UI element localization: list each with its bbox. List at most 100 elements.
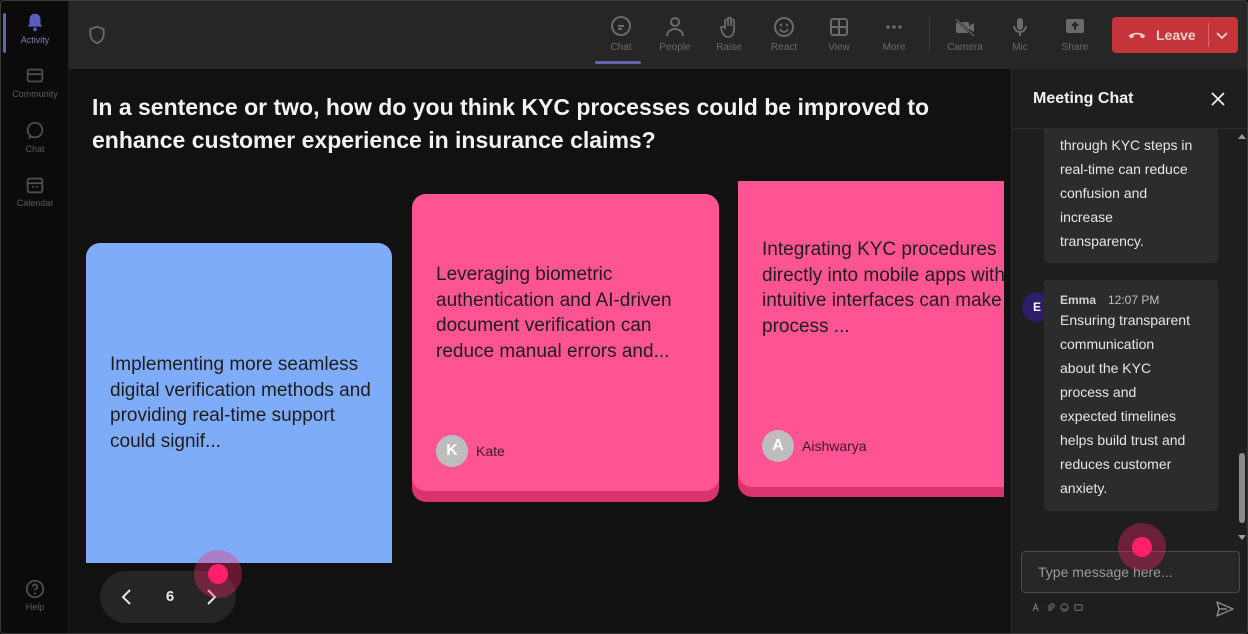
chevron-left-icon[interactable] (116, 586, 138, 608)
emoji-icon[interactable] (1060, 603, 1069, 612)
format-text-icon[interactable] (1032, 603, 1041, 612)
rail-activity-label: Activity (20, 35, 50, 45)
rail-chat[interactable]: Chat (1, 120, 69, 170)
send-icon[interactable] (1215, 599, 1235, 619)
raise-hand-label: Raise (716, 42, 742, 53)
message-line: anxiety. (1060, 480, 1108, 496)
rail-community[interactable]: Community (1, 65, 69, 115)
microphone-icon (1013, 18, 1027, 36)
message-line: helps build trust and (1060, 432, 1186, 448)
camera-off-icon (955, 18, 975, 37)
rail-help[interactable]: Help (1, 578, 69, 628)
card-text: Leveraging biometric authentication and … (436, 264, 672, 362)
more-button-label: More (882, 42, 906, 53)
chat-title: Meeting Chat (1033, 90, 1134, 107)
message-line: increase (1060, 209, 1113, 225)
left-rail: Activity Community Chat Calendar Help (1, 1, 69, 633)
raise-hand-button[interactable]: Raise (703, 11, 755, 63)
smiley-icon (774, 17, 794, 37)
gif-icon[interactable] (1074, 603, 1083, 612)
page-number: 6 (165, 588, 175, 605)
chat-icon (611, 16, 631, 36)
message-line: real-time can reduce (1060, 161, 1188, 177)
chat-button-label: Chat (610, 42, 632, 53)
message-text: Ensuring transparent communication about… (1060, 308, 1190, 500)
scroll-thumb[interactable] (1239, 453, 1245, 523)
chevron-down-icon[interactable] (1214, 27, 1230, 43)
shield-icon[interactable] (87, 25, 107, 45)
avatar: K (436, 435, 468, 467)
view-button-label: View (828, 42, 850, 53)
card-text: Integrating KYC procedures directly into… (762, 239, 1004, 337)
chat-icon (26, 121, 44, 140)
card-author: K Kate (436, 435, 505, 467)
mic-button[interactable]: Mic (994, 11, 1046, 63)
response-card[interactable]: Leveraging biometric authentication and … (412, 194, 719, 491)
rail-community-label: Community (12, 89, 58, 99)
message-line: confusion and (1060, 185, 1148, 201)
mic-button-label: Mic (1012, 42, 1028, 53)
people-icon (666, 17, 684, 37)
author-name: Kate (476, 443, 505, 459)
people-button[interactable]: People (649, 11, 701, 63)
scroll-down-icon[interactable] (1238, 533, 1246, 541)
rail-activity[interactable]: Activity (1, 11, 69, 61)
cursor-indicator (194, 550, 242, 598)
react-button-label: React (770, 42, 798, 53)
view-button[interactable]: View (813, 11, 865, 63)
leave-divider (1208, 23, 1209, 47)
chat-message: Emma 12:07 PM Ensuring transparent commu… (1044, 280, 1218, 511)
leave-button[interactable]: Leave (1112, 17, 1238, 53)
author-name: Aishwarya (802, 438, 867, 454)
card-text: Implementing more seamless digital verif… (110, 354, 371, 452)
leave-label: Leave (1156, 27, 1196, 43)
response-card[interactable]: Integrating KYC procedures directly into… (738, 181, 1004, 487)
message-line: expected timelines (1060, 408, 1176, 424)
more-dots-icon (886, 25, 902, 29)
camera-button[interactable]: Camera (939, 11, 991, 63)
app-window: Activity Community Chat Calendar Help Ch… (0, 0, 1248, 634)
chat-message: through KYC steps in real-time can reduc… (1044, 129, 1218, 263)
hang-up-icon (1128, 32, 1146, 39)
message-line: communication (1060, 336, 1155, 352)
response-card[interactable]: Implementing more seamless digital verif… (86, 243, 392, 563)
chat-header: Meeting Chat (1012, 69, 1247, 129)
help-icon (25, 579, 45, 599)
calendar-icon (26, 177, 44, 194)
bell-icon (27, 13, 43, 32)
format-toolbar (1032, 603, 1083, 612)
message-line: transparency. (1060, 233, 1144, 249)
message-line: process and (1060, 384, 1137, 400)
attach-icon[interactable] (1046, 603, 1055, 612)
cursor-indicator (1118, 523, 1166, 571)
meeting-chat-panel: Meeting Chat through KYC steps in real-t… (1011, 69, 1247, 633)
grid-view-icon (830, 18, 848, 36)
rail-calendar[interactable]: Calendar (1, 174, 69, 224)
community-icon (26, 68, 44, 83)
message-line: reduces customer (1060, 456, 1172, 472)
react-button[interactable]: React (758, 11, 810, 63)
activity-stage: In a sentence or two, how do you think K… (69, 69, 1011, 633)
close-icon[interactable] (1208, 89, 1228, 109)
share-screen-icon (1066, 19, 1084, 33)
more-button[interactable]: More (868, 11, 920, 63)
message-text: through KYC steps in real-time can reduc… (1060, 133, 1192, 253)
rail-chat-label: Chat (25, 144, 45, 154)
message-line: through KYC steps in (1060, 137, 1193, 153)
rail-help-label: Help (25, 602, 45, 612)
rail-calendar-label: Calendar (16, 198, 54, 208)
question-title: In a sentence or two, how do you think K… (92, 94, 930, 153)
share-button[interactable]: Share (1049, 11, 1101, 63)
message-line: Ensuring transparent (1060, 312, 1190, 328)
camera-button-label: Camera (947, 42, 983, 53)
card-author: A Aishwarya (762, 430, 867, 462)
toolbar-divider (929, 17, 930, 53)
chat-button[interactable]: Chat (595, 11, 647, 64)
people-button-label: People (659, 42, 691, 53)
share-button-label: Share (1061, 42, 1089, 53)
avatar: A (762, 430, 794, 462)
chat-scrollbar[interactable] (1234, 129, 1247, 545)
card-clip: Integrating KYC procedures directly into… (738, 181, 1004, 497)
scroll-up-icon[interactable] (1238, 133, 1246, 141)
raise-hand-icon (720, 16, 735, 38)
